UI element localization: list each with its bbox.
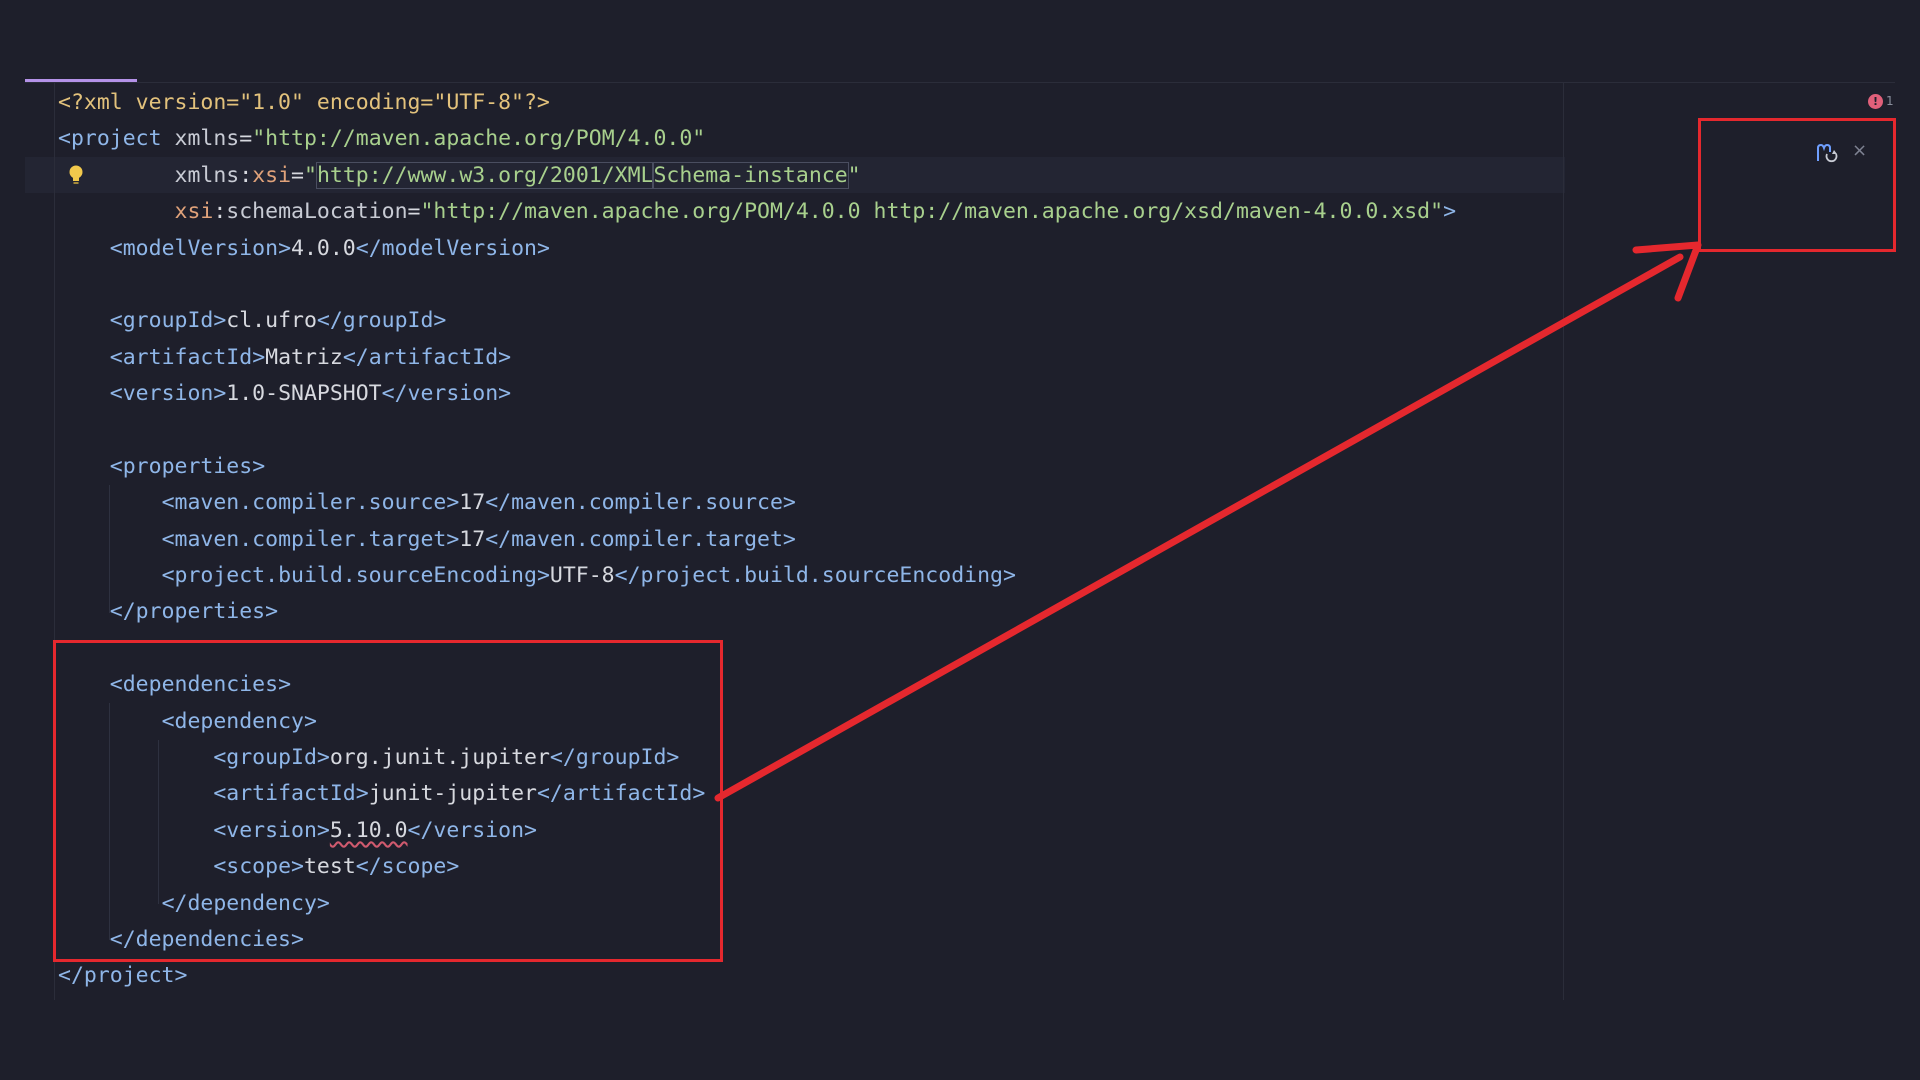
code-editor[interactable]: <?xml version="1.0" encoding="UTF-8"?> <p… xyxy=(0,0,1920,1080)
annotation-arrow xyxy=(714,241,1702,802)
